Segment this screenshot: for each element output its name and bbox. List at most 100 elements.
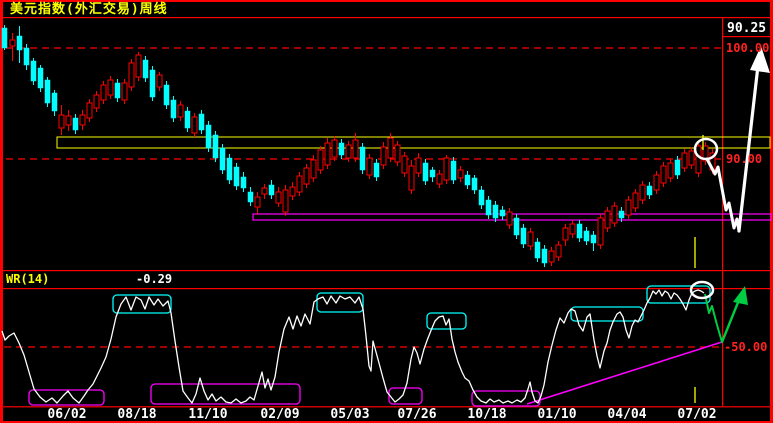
chart-canvas[interactable]: [0, 0, 773, 423]
candle-up: [93, 94, 100, 109]
candle-down: [359, 146, 366, 171]
candle-down: [429, 169, 436, 178]
candle-down: [541, 248, 548, 264]
candle-up: [597, 217, 604, 246]
candle-up: [380, 146, 387, 166]
candle-up: [548, 250, 555, 263]
candle-up: [135, 54, 142, 78]
candle-down: [184, 110, 191, 129]
candle-down: [590, 234, 597, 244]
candle-down: [247, 191, 254, 203]
candle-up: [611, 205, 618, 224]
candle-up: [387, 137, 394, 159]
candle-down: [646, 185, 653, 196]
candle-down: [471, 177, 478, 191]
price-level-100-label: 100.00: [726, 41, 770, 55]
candle-up: [317, 149, 324, 171]
candle-down: [44, 79, 51, 104]
wr-label-separator: [2, 288, 771, 290]
wr-indicator-value: -0.29: [136, 272, 173, 286]
candle-up: [653, 174, 660, 191]
candle-up: [282, 189, 289, 213]
candle-up: [436, 173, 443, 185]
candle-up: [261, 187, 268, 195]
candle-up: [275, 191, 282, 204]
candle-up: [352, 139, 359, 159]
last-price-box-line: [722, 36, 771, 38]
x-axis-date-label: 07/26: [397, 407, 437, 422]
x-axis: 06/02 08/18 11/10 02/09 05/03 07/26 10/18 01/10…: [0, 407, 773, 422]
candle-up: [100, 84, 107, 101]
candle-down: [492, 204, 499, 219]
candle-down: [72, 117, 79, 131]
candle-down: [114, 82, 121, 99]
candle-up: [660, 165, 667, 184]
candle-down: [226, 157, 233, 181]
candle-up: [156, 74, 163, 88]
candle-down: [450, 160, 457, 181]
candle-down: [149, 69, 156, 98]
candle-up: [527, 231, 534, 247]
candle-up: [121, 82, 128, 101]
resistance-box: [56, 136, 771, 149]
candle-down: [618, 210, 625, 219]
candle-down: [198, 113, 205, 131]
candle-down: [478, 189, 485, 206]
candle-up: [667, 162, 674, 179]
candle-down: [233, 166, 240, 187]
candle-up: [688, 150, 695, 166]
candle-down: [240, 176, 247, 189]
candle-up: [401, 155, 408, 174]
candle-down: [163, 84, 170, 106]
forecast-arrow-shaft-white: [737, 55, 761, 233]
candle-up: [604, 210, 611, 229]
x-axis-date-label: 02/09: [260, 407, 300, 422]
candle-down: [219, 147, 226, 171]
candle-down: [499, 209, 506, 217]
wr-overbought-box: [570, 306, 644, 322]
candle-up: [555, 244, 562, 258]
candle-down: [30, 60, 37, 82]
candle-down: [485, 199, 492, 216]
candle-down: [16, 35, 23, 51]
candle-down: [1, 27, 8, 49]
candle-up: [366, 157, 373, 176]
candle-up: [443, 157, 450, 181]
candle-up: [310, 159, 317, 179]
x-axis-date-label: 08/18: [117, 407, 157, 422]
candle-down: [51, 92, 58, 112]
forecast-zigzag-green: [704, 293, 723, 343]
candle-up: [254, 196, 261, 208]
x-axis-date-label: 10/18: [467, 407, 507, 422]
main-wr-separator: [2, 270, 771, 272]
candle-up: [9, 39, 16, 47]
x-axis-date-label: 01/10: [537, 407, 577, 422]
candle-up: [296, 175, 303, 193]
candle-up: [562, 227, 569, 241]
wr-trendline: [526, 341, 723, 405]
candle-up: [177, 104, 184, 118]
candle-down: [583, 230, 590, 242]
candle-up: [128, 62, 135, 88]
app-window: 美元指数(外汇交易)周线 90.25 100.00 90.00 WR(14) -…: [0, 0, 773, 423]
candle-down: [513, 217, 520, 236]
candle-up: [625, 199, 632, 216]
candle-down: [674, 159, 681, 176]
price-level-90-label: 90.00: [726, 152, 763, 166]
candle-up: [58, 114, 65, 129]
candle-down: [576, 223, 583, 239]
chart-title: 美元指数(外汇交易)周线: [10, 2, 168, 17]
candle-down: [520, 227, 527, 245]
x-axis-date-label: 07/02: [677, 407, 717, 422]
candle-down: [205, 124, 212, 149]
candle-up: [345, 144, 352, 159]
candle-up: [569, 223, 576, 235]
candle-down: [464, 174, 471, 186]
x-axis-date-label: 11/10: [188, 407, 228, 422]
candle-up: [394, 144, 401, 163]
candle-up: [457, 169, 464, 179]
candle-up: [632, 192, 639, 209]
candle-down: [422, 162, 429, 182]
candle-up: [506, 211, 513, 226]
candle-down: [373, 162, 380, 178]
